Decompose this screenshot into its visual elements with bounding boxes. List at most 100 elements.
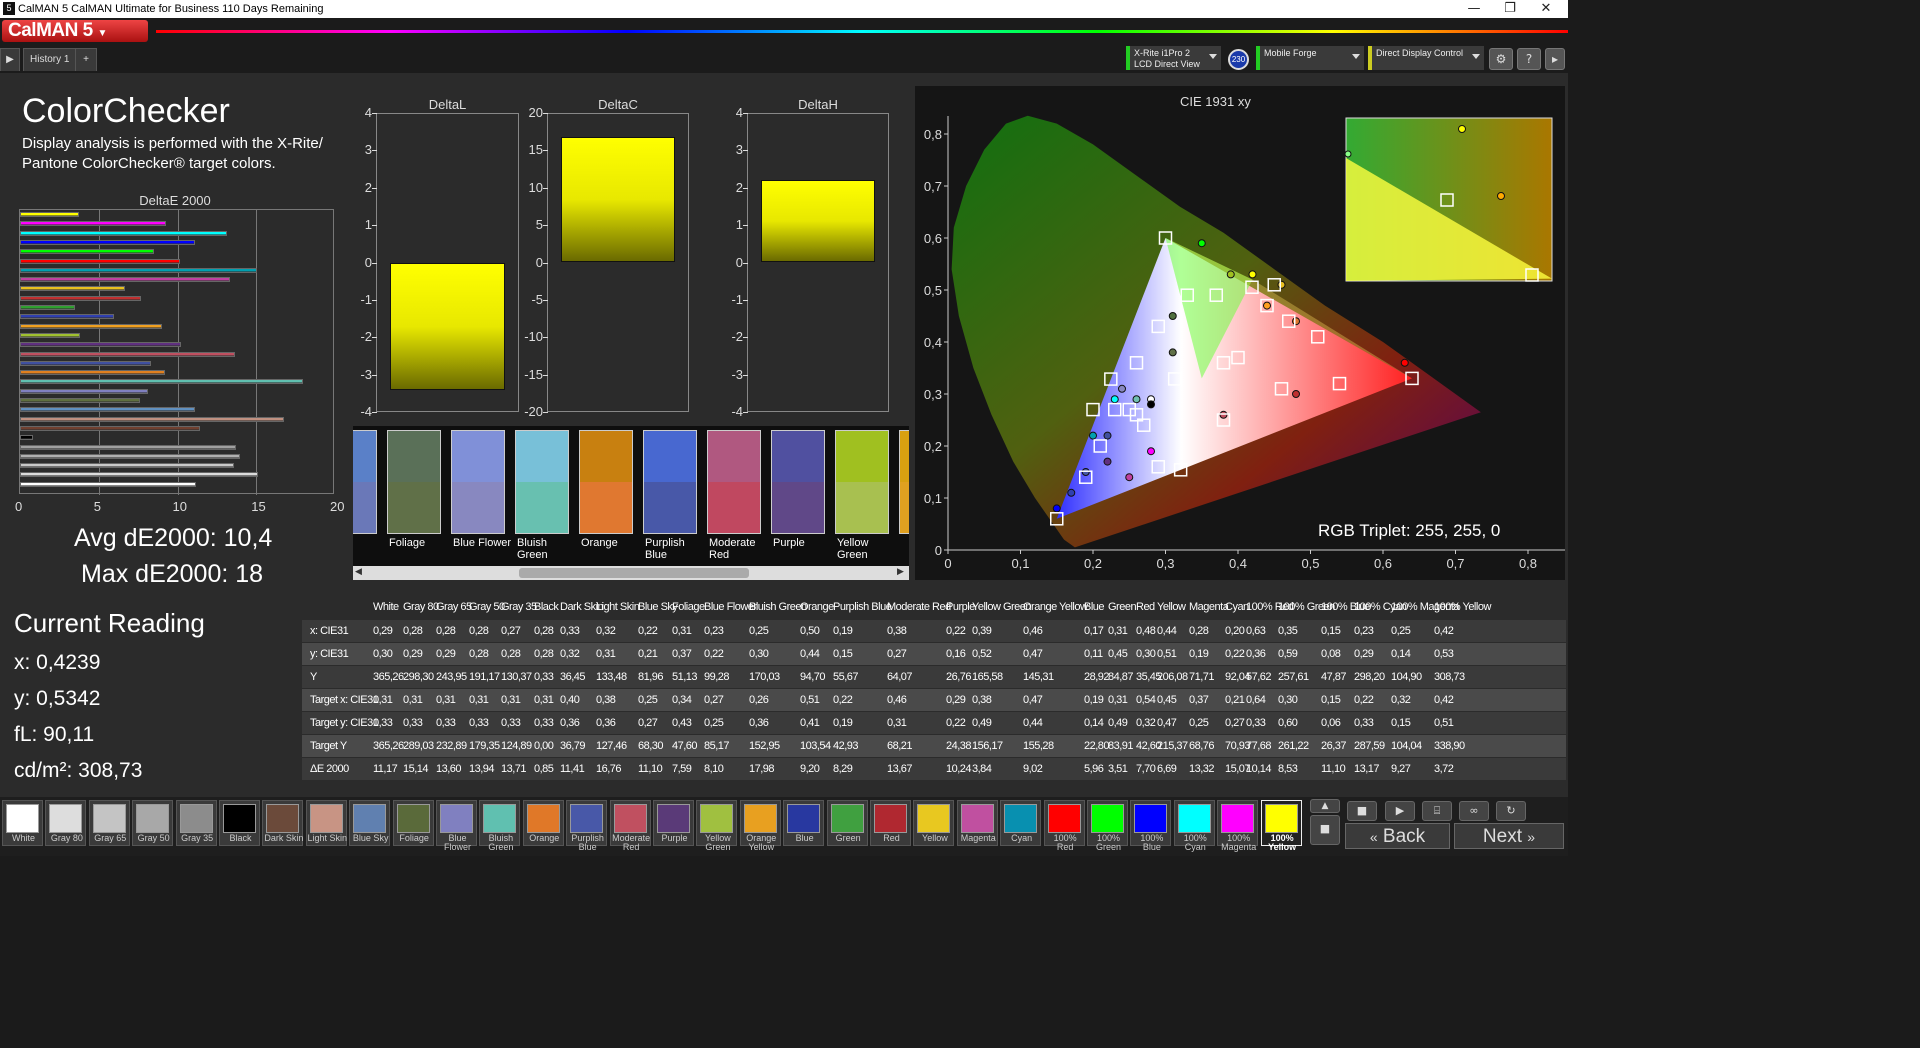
swatch-scrollbar[interactable]: ◀ ▶: [353, 566, 909, 580]
up-icon[interactable]: ▲: [1310, 799, 1340, 813]
de2000-bar: [20, 360, 151, 366]
bottom-swatch-button[interactable]: Purplish Blue: [566, 800, 608, 852]
swatch-target: [836, 482, 888, 533]
bottom-swatch-button[interactable]: Black: [219, 800, 260, 846]
bottom-swatch-button[interactable]: Orange: [522, 800, 564, 846]
de2000-bar: [20, 370, 165, 376]
tab-history-1[interactable]: History 1: [23, 48, 77, 71]
bottom-swatch-button[interactable]: Gray 80: [45, 800, 87, 846]
bottom-swatch-button[interactable]: Gray 65: [88, 800, 130, 846]
bottom-swatch-button[interactable]: 100% Blue: [1130, 800, 1172, 852]
bottom-swatch-button[interactable]: Purple: [653, 800, 694, 846]
bottom-swatch-button[interactable]: Blue Sky: [349, 800, 391, 846]
patch-swatch[interactable]: [353, 430, 377, 534]
measured-point: [1168, 312, 1177, 320]
swatch-color: [136, 804, 170, 833]
swatch-color: [657, 804, 690, 833]
play-icon[interactable]: ▶: [0, 48, 20, 71]
table-cell: 0,06: [1321, 717, 1341, 729]
stop-square-icon[interactable]: ■: [1310, 815, 1340, 845]
table-cell: 287,59: [1354, 740, 1385, 752]
scroll-left-icon[interactable]: ◀: [355, 567, 362, 577]
scroll-icon[interactable]: ▸: [1545, 48, 1565, 70]
bottom-swatch-button[interactable]: Yellow Green: [696, 800, 738, 852]
next-button[interactable]: Next »: [1454, 823, 1564, 849]
table-cell: 179,35: [469, 740, 500, 752]
refresh-icon[interactable]: ↻: [1496, 801, 1526, 821]
help-icon[interactable]: ?: [1517, 48, 1541, 70]
swatch-label: Foliage: [399, 833, 429, 843]
swatch-color: [483, 804, 517, 833]
delta-ytick: 2: [364, 179, 372, 195]
device-display-select[interactable]: Direct Display Control: [1368, 46, 1484, 70]
bottom-swatch-button[interactable]: White: [2, 800, 43, 846]
delta-ytick: 4: [364, 105, 372, 120]
patch-swatch[interactable]: [835, 430, 889, 534]
row-label: ΔE 2000: [310, 763, 349, 775]
swatch-label: Yellow: [922, 833, 948, 843]
calman-logo[interactable]: CalMAN 5 ▼: [2, 20, 148, 42]
back-button[interactable]: « Back: [1345, 823, 1450, 849]
bottom-swatch-button[interactable]: Gray 50: [132, 800, 174, 846]
minimize-icon[interactable]: —: [1456, 0, 1492, 18]
table-cell: 26,37: [1321, 740, 1347, 752]
close-icon[interactable]: ✕: [1528, 0, 1564, 18]
table-cell: 0,29: [403, 648, 423, 660]
play-icon[interactable]: ▶: [1385, 801, 1415, 821]
bottom-swatch-button[interactable]: Red: [870, 800, 911, 846]
bottom-swatch-button[interactable]: Foliage: [392, 800, 434, 846]
bottom-swatch-button[interactable]: 100% Yellow: [1260, 800, 1302, 852]
de2000-bar: [20, 463, 235, 469]
bottom-swatch-button[interactable]: Yellow: [913, 800, 955, 846]
gear-icon[interactable]: ⚙: [1489, 48, 1513, 70]
bottom-swatch-button[interactable]: Light Skin: [305, 800, 347, 846]
patch-swatch[interactable]: [579, 430, 633, 534]
patch-swatch[interactable]: [707, 430, 761, 534]
bottom-swatch-button[interactable]: 100% Green: [1087, 800, 1128, 852]
patch-swatch-strip[interactable]: Sky Foliage Blue Flower Bluish Green Orange P…: [353, 426, 909, 568]
patch-swatch[interactable]: [899, 430, 909, 534]
measured-point: [1052, 504, 1061, 513]
bottom-swatch-button[interactable]: Magenta: [956, 800, 998, 846]
scroll-thumb[interactable]: [519, 568, 749, 578]
patch-swatch[interactable]: [387, 430, 441, 534]
table-cell: 0,42: [1434, 625, 1454, 637]
bottom-swatch-button[interactable]: Orange Yellow: [739, 800, 781, 852]
bottom-swatch-button[interactable]: Cyan: [1000, 800, 1042, 846]
device-source-select[interactable]: Mobile Forge: [1256, 46, 1364, 70]
bottom-swatch-button[interactable]: Gray 35: [175, 800, 217, 846]
bottom-swatch-button[interactable]: 100% Red: [1043, 800, 1085, 852]
bottom-swatch-button[interactable]: 100% Cyan: [1173, 800, 1215, 852]
swatch-label: Orange: [529, 833, 560, 843]
loop-icon[interactable]: ∞: [1459, 801, 1489, 821]
bottom-swatch-button[interactable]: Green: [826, 800, 868, 846]
add-tab-button[interactable]: +: [75, 48, 97, 71]
bottom-swatch-button[interactable]: Bluish Green: [479, 800, 521, 852]
table-cell: 0,22: [638, 625, 658, 637]
table-cell: 215,37: [1157, 740, 1188, 752]
table-cell: 0,19: [1189, 648, 1209, 660]
swatch-label: Magenta: [960, 833, 996, 843]
bottom-swatch-button[interactable]: Blue Flower: [436, 800, 477, 852]
table-cell: 0,31: [596, 648, 616, 660]
measured-point: [1081, 468, 1090, 476]
patch-swatch[interactable]: [451, 430, 505, 534]
scroll-right-icon[interactable]: ▶: [897, 567, 904, 577]
bottom-swatch-button[interactable]: Dark Skin: [262, 800, 304, 846]
meter-badge[interactable]: 230: [1228, 49, 1249, 70]
stop-icon[interactable]: ■: [1347, 801, 1377, 821]
save-icon[interactable]: ⌸: [1422, 801, 1452, 821]
avg-de2000: Avg dE2000: 10,4: [74, 524, 273, 552]
patch-swatch[interactable]: [643, 430, 697, 534]
patch-swatch[interactable]: [515, 430, 569, 534]
bottom-swatch-button[interactable]: 100% Magenta: [1217, 800, 1259, 852]
bottom-swatch-button[interactable]: Blue: [783, 800, 825, 846]
restore-icon[interactable]: ❐: [1492, 0, 1528, 18]
swatch-label: Gray 65: [94, 833, 127, 843]
table-cell: 0,47: [1023, 694, 1043, 706]
bottom-swatch-button[interactable]: Moderate Red: [609, 800, 651, 852]
patch-swatch[interactable]: [771, 430, 825, 534]
table-cell: 103,54: [800, 740, 831, 752]
device-meter-select[interactable]: X-Rite i1Pro 2 LCD Direct View: [1126, 46, 1221, 70]
table-cell: 0,46: [887, 694, 907, 706]
